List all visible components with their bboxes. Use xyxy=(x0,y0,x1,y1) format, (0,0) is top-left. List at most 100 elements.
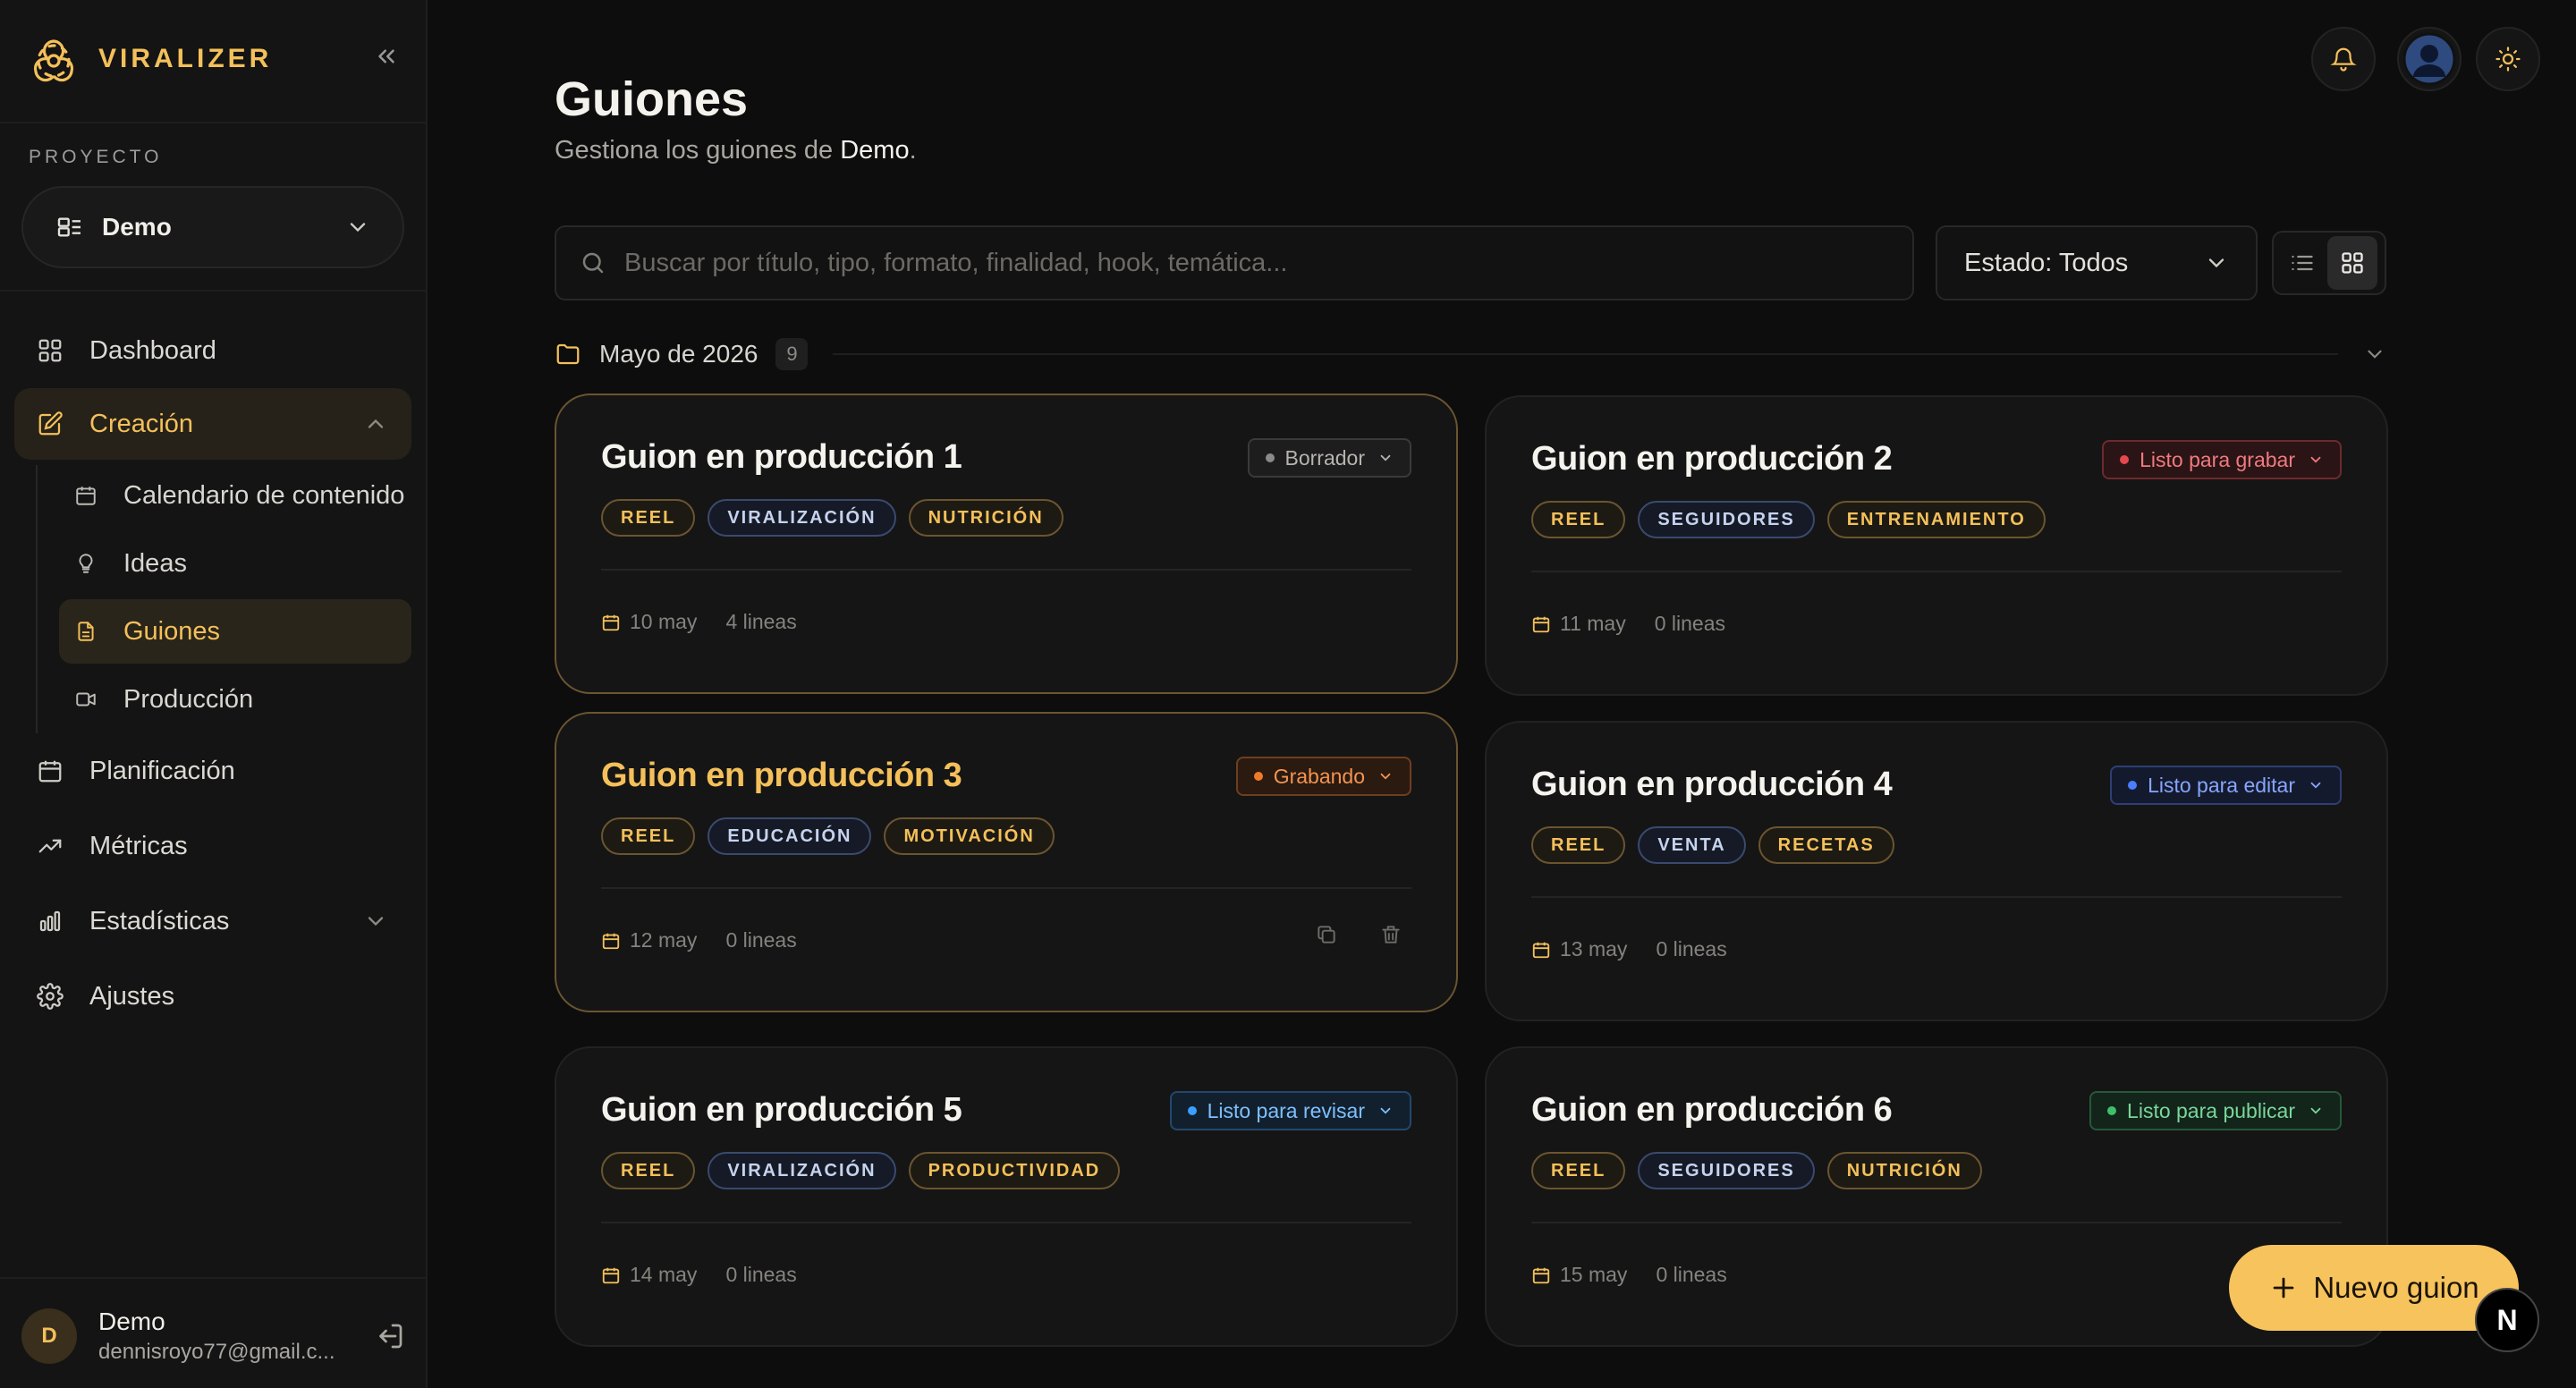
status-badge[interactable]: Listo para grabar xyxy=(2102,440,2342,479)
nav-calendario-label: Calendario de contenido xyxy=(123,480,405,510)
bar-chart-icon xyxy=(36,907,64,935)
script-meta: 10 may 4 lineas xyxy=(601,610,797,634)
status-badge[interactable]: Listo para editar xyxy=(2110,766,2342,805)
script-line-count: 0 lineas xyxy=(1654,612,1725,635)
divider xyxy=(0,1277,428,1279)
notifications-button[interactable] xyxy=(2311,27,2376,91)
tag: NUTRICIÓN xyxy=(1826,1152,1982,1189)
lightbulb-icon xyxy=(73,551,98,576)
chevron-down-icon xyxy=(350,223,366,233)
bell-icon xyxy=(2330,47,2357,72)
chevron-down-icon xyxy=(2208,258,2224,268)
sun-icon xyxy=(2496,47,2521,72)
nav-creacion[interactable]: Creación xyxy=(14,388,411,460)
biohazard-logo-icon xyxy=(33,39,74,82)
logout-icon[interactable] xyxy=(374,1320,406,1352)
nav-dashboard-label: Dashboard xyxy=(89,335,216,365)
script-date: 10 may xyxy=(630,610,698,633)
tag-list: REEL VENTA RECETAS xyxy=(1531,826,1894,864)
status-filter-select[interactable]: Estado: Todos xyxy=(1936,225,2258,300)
divider xyxy=(601,887,1411,889)
script-line-count: 0 lineas xyxy=(1656,937,1727,961)
script-card-title: Guion en producción 4 xyxy=(1531,766,1893,803)
script-card[interactable]: Guion en producción 3 Grabando REEL EDUCACI… xyxy=(555,712,1458,1012)
script-card[interactable]: Guion en producción 4 Listo para editar RE… xyxy=(1485,721,2388,1021)
divider xyxy=(601,1222,1411,1223)
grid-icon xyxy=(2342,252,2363,274)
script-card[interactable]: Guion en producción 2 Listo para grabar RE… xyxy=(1485,395,2388,696)
brand-name: VIRALIZER xyxy=(98,44,273,73)
script-date: 15 may xyxy=(1560,1263,1628,1286)
calendar-icon xyxy=(1532,616,1550,632)
tag: NUTRICIÓN xyxy=(908,499,1063,537)
month-group-header[interactable]: Mayo de 2026 9 xyxy=(555,336,2386,372)
nextjs-badge[interactable]: N xyxy=(2475,1288,2539,1352)
theme-toggle-button[interactable] xyxy=(2476,27,2540,91)
status-dot xyxy=(2128,781,2138,790)
chevron-down-icon xyxy=(2310,1107,2321,1114)
divider xyxy=(601,569,1411,571)
collapse-sidebar-button[interactable] xyxy=(369,41,404,77)
status-badge[interactable]: Borrador xyxy=(1247,438,1411,478)
user-name: Demo xyxy=(98,1308,165,1335)
chevron-down-icon xyxy=(1380,1107,1391,1114)
search-bar[interactable] xyxy=(555,225,1914,300)
chevron-down-icon xyxy=(2368,350,2382,359)
status-badge[interactable]: Grabando xyxy=(1235,757,1411,796)
subtitle-project: Demo xyxy=(840,136,910,165)
nav-ideas[interactable]: Ideas xyxy=(59,531,411,596)
script-card-title: Guion en producción 1 xyxy=(601,438,962,476)
status-label: Listo para publicar xyxy=(2127,1098,2295,1122)
nav-guiones[interactable]: Guiones xyxy=(59,599,411,664)
duplicate-icon[interactable] xyxy=(1315,923,1338,946)
nav-dashboard[interactable]: Dashboard xyxy=(14,315,411,386)
chevron-down-icon xyxy=(1380,773,1391,780)
script-card[interactable]: Guion en producción 5 Listo para revisar R… xyxy=(555,1046,1458,1347)
calendar-icon xyxy=(602,1267,620,1283)
tag: RECETAS xyxy=(1758,826,1894,864)
script-card-title: Guion en producción 5 xyxy=(601,1091,962,1129)
list-view-button[interactable] xyxy=(2277,236,2327,290)
nav-metricas[interactable]: Métricas xyxy=(14,810,411,882)
double-chevron-left-icon xyxy=(378,49,394,63)
status-badge[interactable]: Listo para publicar xyxy=(2089,1091,2342,1130)
page-subtitle: Gestiona los guiones de Demo. xyxy=(555,136,917,165)
video-icon xyxy=(73,687,98,712)
nav-produccion[interactable]: Producción xyxy=(59,667,411,732)
nav-calendario[interactable]: Calendario de contenido xyxy=(59,463,411,528)
edit-icon xyxy=(36,410,64,438)
layout-icon xyxy=(57,217,80,237)
nav-estadisticas[interactable]: Estadísticas xyxy=(14,885,411,957)
trash-icon[interactable] xyxy=(1379,923,1402,946)
avatar[interactable]: D xyxy=(21,1308,77,1364)
search-input[interactable] xyxy=(624,248,1877,278)
folder-icon xyxy=(556,343,580,365)
nav-ajustes[interactable]: Ajustes xyxy=(14,961,411,1032)
script-line-count: 0 lineas xyxy=(725,1263,797,1286)
tag-list: REEL EDUCACIÓN MOTIVACIÓN xyxy=(601,817,1055,855)
nav-planificacion[interactable]: Planificación xyxy=(14,735,411,807)
status-badge[interactable]: Listo para revisar xyxy=(1169,1091,1411,1130)
script-date: 11 may xyxy=(1560,612,1626,635)
script-meta: 11 may 0 lineas xyxy=(1531,612,1725,636)
nav-ajustes-label: Ajustes xyxy=(89,981,175,1011)
brand: VIRALIZER xyxy=(29,32,404,86)
nav-guiones-label: Guiones xyxy=(123,616,221,646)
script-card-title: Guion en producción 2 xyxy=(1531,440,1893,478)
script-line-count: 0 lineas xyxy=(725,928,797,952)
script-meta: 15 may 0 lineas xyxy=(1531,1263,1727,1287)
chevron-down-icon xyxy=(2310,456,2321,463)
page-title: Guiones xyxy=(555,72,749,126)
tag: SEGUIDORES xyxy=(1638,1152,1815,1189)
divider xyxy=(0,290,428,292)
tag: SEGUIDORES xyxy=(1638,501,1815,538)
project-selector[interactable]: Demo xyxy=(21,186,404,268)
project-name: Demo xyxy=(102,213,172,241)
status-label: Borrador xyxy=(1284,445,1365,470)
tag: VENTA xyxy=(1638,826,1746,864)
grid-view-button[interactable] xyxy=(2327,236,2377,290)
script-meta: 13 may 0 lineas xyxy=(1531,937,1727,961)
script-line-count: 0 lineas xyxy=(1656,1263,1727,1286)
profile-button[interactable] xyxy=(2397,27,2462,91)
script-card[interactable]: Guion en producción 1 Borrador REEL VIRALIZ… xyxy=(555,394,1458,694)
